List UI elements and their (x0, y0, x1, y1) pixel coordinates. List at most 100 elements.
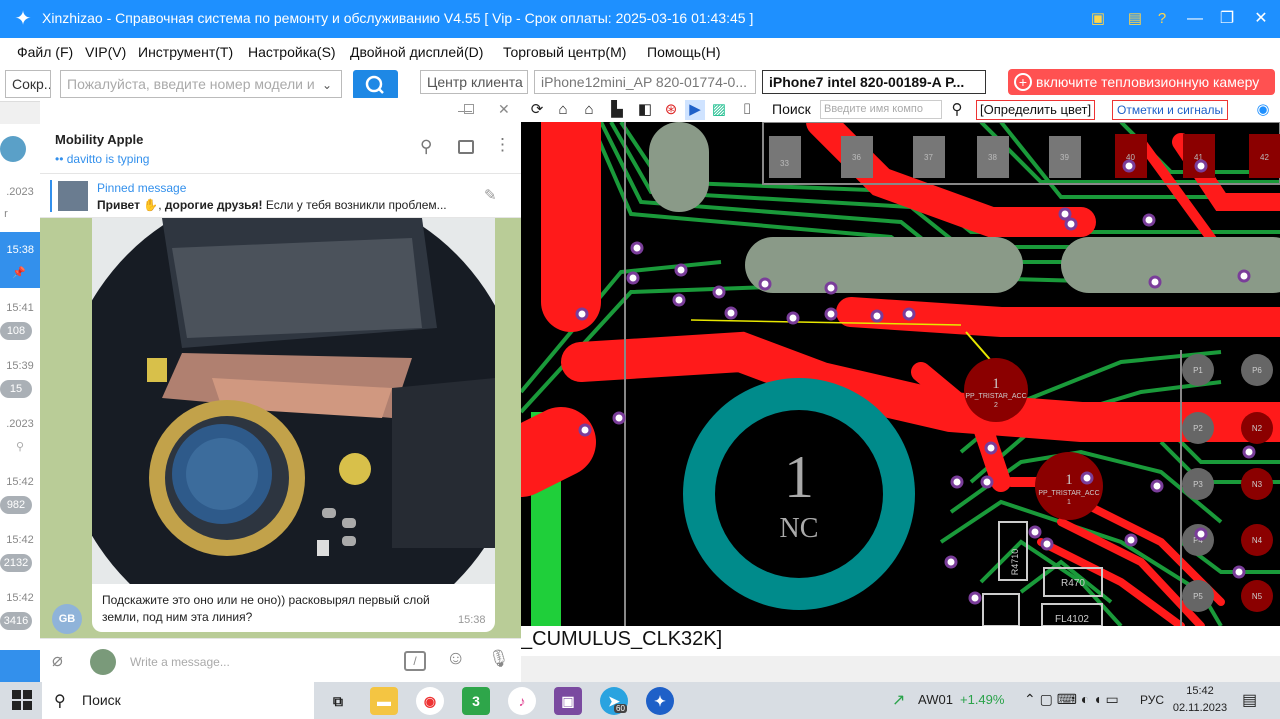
windows-start-icon[interactable] (12, 690, 32, 710)
message-text: Подскажите это оно или не оно)) расковыр… (102, 593, 430, 624)
taskbar-search[interactable]: ⚲ Поиск (42, 682, 314, 719)
chevron-down-icon[interactable]: ⌄ (322, 78, 332, 92)
flip-right-icon[interactable]: ⌂ (579, 100, 599, 120)
chat-item-time[interactable]: 15:42 (0, 476, 40, 488)
title-bar: ✦ Xinzhizao - Справочная система по ремо… (0, 0, 1280, 38)
app-3-icon[interactable]: 3 (462, 687, 490, 715)
save-app-icon[interactable]: ▣ (554, 687, 582, 715)
chat-item-time[interactable]: 15:41 (0, 302, 40, 314)
mirror-icon[interactable]: ◧ (635, 100, 655, 120)
sticker-avatar[interactable] (90, 649, 116, 675)
message-bubble[interactable]: Подскажите это оно или не оно)) расковыр… (92, 584, 495, 632)
chat-item-time[interactable]: 15:42 (0, 592, 40, 604)
tristar1-label: PP_TRISTAR_ACC (965, 393, 1026, 400)
thermal-camera-label: включите тепловизионную камеру (1036, 74, 1260, 90)
flip-left-icon[interactable]: ⌂ (553, 100, 573, 120)
chat-item-active[interactable]: 15:38 📌 (0, 232, 40, 288)
tray-icons[interactable]: ⌃ ▢ ⌨ ◐ ◖ ▭ (1024, 691, 1119, 708)
collapse-button[interactable]: Сокр... (5, 70, 51, 98)
music-icon[interactable]: ♪ (508, 687, 536, 715)
clock-time[interactable]: 15:42 (1172, 685, 1228, 697)
magnifier-icon[interactable]: ⚲ (947, 100, 967, 120)
stock-arrow-icon: ↗ (892, 692, 906, 709)
highlight-icon[interactable]: ▶ (685, 100, 705, 120)
minimize-button[interactable]: — (1180, 6, 1210, 32)
chat-item-date[interactable]: .2023 (0, 418, 40, 430)
model-search-input[interactable]: Пожалуйста, введите номер модели и (60, 70, 342, 98)
unread-badge: 108 (0, 322, 32, 340)
stock-ticker[interactable]: AW01 (918, 692, 953, 707)
tab-iphone12mini[interactable]: iPhone12mini_AP 820-01774-0... (534, 70, 756, 94)
message-input[interactable]: Write a message... (130, 655, 230, 669)
menu-tools[interactable]: Инструмент(T) (138, 44, 233, 60)
mouse-icon[interactable]: ⌷ (737, 100, 757, 120)
telegram-window: — ✕ Mobility Apple •• davitto is typing … (40, 98, 521, 682)
avatar[interactable]: GB (52, 604, 82, 634)
right-pad-label: P3 (1193, 480, 1203, 489)
chrome-icon[interactable]: ◉ (416, 687, 444, 715)
task-view-icon[interactable]: ⧉ (324, 687, 352, 715)
chat-messages: Подскажите это оно или не оно)) расковыр… (40, 218, 521, 638)
right-pad-label: P1 (1193, 366, 1203, 375)
help-icon[interactable]: ? (1152, 9, 1172, 29)
more-icon[interactable]: ⋮ (494, 135, 511, 155)
maximize-icon[interactable] (464, 104, 474, 114)
telegram-badge: 60 (614, 704, 627, 713)
sidebar-toggle-icon[interactable] (458, 140, 474, 154)
notifications-icon[interactable]: ▤ (1242, 690, 1257, 710)
pinned-bold-2: дорогие друзья! (164, 198, 263, 212)
chat-item-time[interactable]: 15:42 (0, 534, 40, 546)
menu-help[interactable]: Помощь(H) (647, 44, 721, 60)
emoji-icon[interactable]: ☺ (446, 648, 465, 670)
chat-item-time[interactable]: 15:39 (0, 360, 40, 372)
pcb-canvas[interactable]: 33 36 37 38 39 40 41 42 1 NC 1 PP_TRISTA… (521, 122, 1280, 626)
attach-icon[interactable]: ⌀ (52, 650, 63, 671)
menu-dual-display[interactable]: Двойной дисплей(D) (350, 44, 483, 60)
close-icon[interactable]: ✕ (498, 101, 510, 118)
clock-date[interactable]: 02.11.2023 (1168, 702, 1232, 714)
brush-icon[interactable]: ▙ (607, 100, 627, 120)
tab-iphone7[interactable]: iPhone7 intel 820-00189-A P... (762, 70, 986, 94)
xinzhizao-taskbar-icon[interactable]: ✦ (646, 687, 674, 715)
component-search-input[interactable]: Введите имя компо (820, 100, 942, 119)
menu-store[interactable]: Торговый центр(M) (503, 44, 626, 60)
calendar-icon[interactable]: ▤ (1125, 9, 1145, 29)
pin-icon: ⚲ (15, 441, 25, 453)
avatar[interactable] (0, 136, 26, 162)
rotate-icon[interactable]: ⟳ (527, 100, 547, 120)
message-time: 15:38 (458, 614, 486, 626)
star-logo-icon: ✦ (14, 8, 32, 30)
stock-change: +1.49% (960, 692, 1005, 707)
microphone-icon[interactable]: 🎙 (488, 649, 510, 669)
briefcase-icon[interactable]: ▣ (1088, 9, 1108, 29)
message-photo[interactable] (92, 218, 495, 584)
right-pad-label: P6 (1252, 366, 1262, 375)
right-pad-label: N5 (1252, 592, 1263, 601)
detect-color-button[interactable]: [Определить цвет] (976, 100, 1096, 120)
file-explorer-icon[interactable]: ▬ (370, 687, 398, 715)
unpin-icon[interactable]: ✎ (484, 186, 497, 204)
keyboard-language[interactable]: РУС (1140, 693, 1164, 707)
chat-title: Mobility Apple (55, 132, 144, 147)
eye-icon[interactable]: ◉ (1253, 100, 1273, 120)
pad-label: 38 (988, 153, 997, 162)
pin-label: NC (780, 513, 819, 544)
menu-file[interactable]: Файл (F) (17, 44, 73, 60)
unread-badge: 982 (0, 496, 32, 514)
image-icon[interactable]: ▨ (709, 100, 729, 120)
menu-vip[interactable]: VIP(V) (85, 44, 126, 60)
restore-button[interactable]: ❐ (1212, 6, 1242, 32)
search-icon[interactable]: ⚲ (420, 137, 432, 157)
client-center-tab[interactable]: Центр клиента (420, 70, 528, 94)
probe-icon[interactable]: ⊛ (661, 100, 681, 120)
r470-label: R470 (1061, 578, 1085, 589)
chat-item-date[interactable]: .2023 (0, 186, 40, 198)
chat-header[interactable]: Mobility Apple •• davitto is typing ⚲ ⋮ (40, 124, 521, 174)
command-icon[interactable]: / (404, 651, 426, 671)
marks-signals-button[interactable]: Отметки и сигналы (1112, 100, 1229, 120)
menu-settings[interactable]: Настройка(S) (248, 44, 336, 60)
thermal-camera-button[interactable]: + включите тепловизионную камеру (1008, 69, 1275, 95)
pinned-message[interactable]: Pinned message Привет ✋, дорогие друзья!… (40, 174, 521, 218)
search-button[interactable] (353, 70, 398, 100)
close-button[interactable]: ✕ (1246, 6, 1276, 32)
